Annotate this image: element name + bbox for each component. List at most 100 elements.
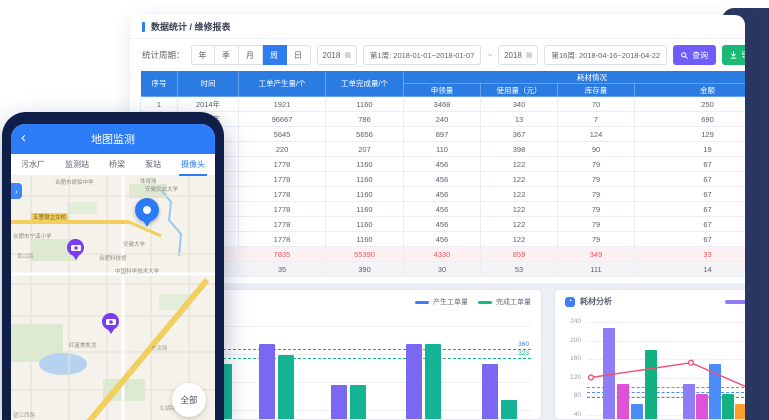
period-option-年[interactable]: 年 bbox=[191, 45, 215, 65]
query-button[interactable]: 查询 bbox=[673, 45, 716, 65]
map-label: 合肥科技馆 bbox=[99, 254, 127, 262]
period-option-周[interactable]: 周 bbox=[263, 45, 287, 65]
camera-pin[interactable] bbox=[102, 313, 119, 330]
table-cell: 129 bbox=[635, 127, 746, 142]
table-cell: 1778 bbox=[239, 217, 326, 232]
breadcrumb-accent bbox=[142, 22, 145, 32]
table-cell: 1160 bbox=[326, 157, 404, 172]
map-label: 红星美凯龙 bbox=[69, 341, 97, 349]
table-row[interactable]: 102023年177811604561227967 bbox=[141, 232, 746, 247]
table-row[interactable]: 82021年177811604561227967 bbox=[141, 202, 746, 217]
table-cell: 456 bbox=[404, 187, 481, 202]
back-icon[interactable]: ‹ bbox=[21, 128, 26, 148]
table-cell: 1 bbox=[141, 97, 178, 112]
table-cell: 1160 bbox=[326, 232, 404, 247]
report-table-wrap: 序号时间工单产生量/个工单完成量/个耗材情况申领量使用量（元）库存量金额1201… bbox=[140, 70, 745, 277]
camera-icon bbox=[106, 318, 116, 326]
table-cell: 1778 bbox=[239, 187, 326, 202]
table-cell: 19 bbox=[635, 142, 746, 157]
table-cell: 122 bbox=[481, 157, 558, 172]
table-row[interactable]: 42017年2202071103989019 bbox=[141, 142, 746, 157]
table-cell: 456 bbox=[404, 172, 481, 187]
table-cell: 79 bbox=[558, 232, 635, 247]
table-row[interactable]: 22015年96667786240137690 bbox=[141, 112, 746, 127]
table-row[interactable]: 52018年177811604561227967 bbox=[141, 157, 746, 172]
selected-camera-pin[interactable] bbox=[135, 198, 159, 222]
table-cell: 340 bbox=[481, 97, 558, 112]
bar-完成工单量[interactable] bbox=[501, 400, 517, 420]
bar-完成工单量[interactable] bbox=[278, 355, 294, 420]
table-cell: 1160 bbox=[326, 217, 404, 232]
export-excel-button[interactable]: 导出Excel bbox=[722, 45, 745, 65]
map-expander-button[interactable]: › bbox=[11, 183, 22, 199]
period-option-月[interactable]: 月 bbox=[239, 45, 263, 65]
column-header: 时间 bbox=[178, 71, 239, 97]
table-row[interactable]: 72020年177811604561227967 bbox=[141, 187, 746, 202]
legend-swatch bbox=[415, 301, 429, 304]
phone-screen: ‹ 地图监测 污水厂监测站桥梁泵站摄像头 bbox=[11, 124, 215, 420]
all-filter-button[interactable]: 全部 bbox=[172, 383, 206, 417]
table-cell: 367 bbox=[481, 127, 558, 142]
bar-产生工单量[interactable] bbox=[331, 385, 347, 420]
map-view[interactable]: › 合肥市琥珀中学体育场安徽农业大学五里墩立交桥合肥市宁溪小学安徽大学合肥科技馆… bbox=[11, 176, 215, 420]
table-cell: 240 bbox=[404, 112, 481, 127]
phone-tab-监测站[interactable]: 监测站 bbox=[65, 154, 89, 176]
table-cell: 390 bbox=[326, 262, 404, 277]
table-cell: 5645 bbox=[239, 127, 326, 142]
bar-完成工单量[interactable] bbox=[350, 385, 366, 420]
bar-产生工单量[interactable] bbox=[482, 364, 498, 420]
table-cell: 55390 bbox=[326, 247, 404, 262]
sub-column-header: 金额 bbox=[635, 84, 746, 97]
reference-line-label: 323 bbox=[518, 350, 529, 357]
week-range-end-input[interactable]: 第16周: 2018-04-16~2018-04-22 bbox=[544, 45, 667, 65]
legend-label: 产生工单量 bbox=[433, 297, 468, 307]
phone-tab-泵站[interactable]: 泵站 bbox=[145, 154, 161, 176]
phone-tab-摄像头[interactable]: 摄像头 bbox=[181, 154, 205, 176]
sub-column-header: 使用量（元） bbox=[481, 84, 558, 97]
table-cell: 79 bbox=[558, 217, 635, 232]
table-row[interactable]: 12014年19211160346834070250 bbox=[141, 97, 746, 112]
bar-产生工单量[interactable] bbox=[406, 344, 422, 420]
trend-line bbox=[555, 290, 745, 420]
legend-item[interactable]: 产生工单量 bbox=[415, 297, 468, 307]
period-label: 统计周期： bbox=[142, 49, 185, 61]
phone-tab-桥梁[interactable]: 桥梁 bbox=[109, 154, 125, 176]
table-cell: 67 bbox=[635, 172, 746, 187]
phone-tab-污水厂[interactable]: 污水厂 bbox=[21, 154, 45, 176]
table-cell: 35 bbox=[239, 262, 326, 277]
download-icon bbox=[730, 51, 737, 59]
table-cell: 1160 bbox=[326, 187, 404, 202]
table-row[interactable]: 62019年177811604561227967 bbox=[141, 172, 746, 187]
table-cell: 111 bbox=[558, 262, 635, 277]
table-cell: 90 bbox=[558, 142, 635, 157]
table-row[interactable]: 32016年56455656897367124129 bbox=[141, 127, 746, 142]
table-cell: 79 bbox=[558, 202, 635, 217]
camera-icon bbox=[71, 244, 81, 252]
bar-完成工单量[interactable] bbox=[425, 344, 441, 420]
column-header: 工单完成量/个 bbox=[326, 71, 404, 97]
table-cell: 67 bbox=[635, 202, 746, 217]
range-separator: ~ bbox=[487, 51, 492, 60]
phone-mockup: ‹ 地图监测 污水厂监测站桥梁泵站摄像头 bbox=[2, 112, 224, 420]
table-cell: 110 bbox=[404, 142, 481, 157]
period-segmented: 年季月周日 bbox=[191, 45, 311, 65]
year-select-end[interactable]: 2018 ▦ bbox=[498, 45, 538, 65]
bar-产生工单量[interactable] bbox=[259, 344, 275, 420]
table-row[interactable]: 92022年177811604561227967 bbox=[141, 217, 746, 232]
camera-pin[interactable] bbox=[67, 239, 84, 256]
table-cell: 349 bbox=[558, 247, 635, 262]
week-range-start-input[interactable]: 第1周: 2018-01-01~2018-01-07 bbox=[363, 45, 481, 65]
table-cell: 122 bbox=[481, 172, 558, 187]
period-option-日[interactable]: 日 bbox=[287, 45, 311, 65]
table-cell: 13 bbox=[481, 112, 558, 127]
legend-item[interactable]: 完成工单量 bbox=[478, 297, 531, 307]
table-cell: 897 bbox=[404, 127, 481, 142]
table-cell: 456 bbox=[404, 157, 481, 172]
table-cell: 3468 bbox=[404, 97, 481, 112]
year-select-start[interactable]: 2018 ▦ bbox=[317, 45, 357, 65]
table-cell: 79 bbox=[558, 157, 635, 172]
period-option-季[interactable]: 季 bbox=[215, 45, 239, 65]
phone-app-header: ‹ 地图监测 bbox=[11, 124, 215, 154]
table-cell: 859 bbox=[481, 247, 558, 262]
table-cell: 79 bbox=[558, 187, 635, 202]
